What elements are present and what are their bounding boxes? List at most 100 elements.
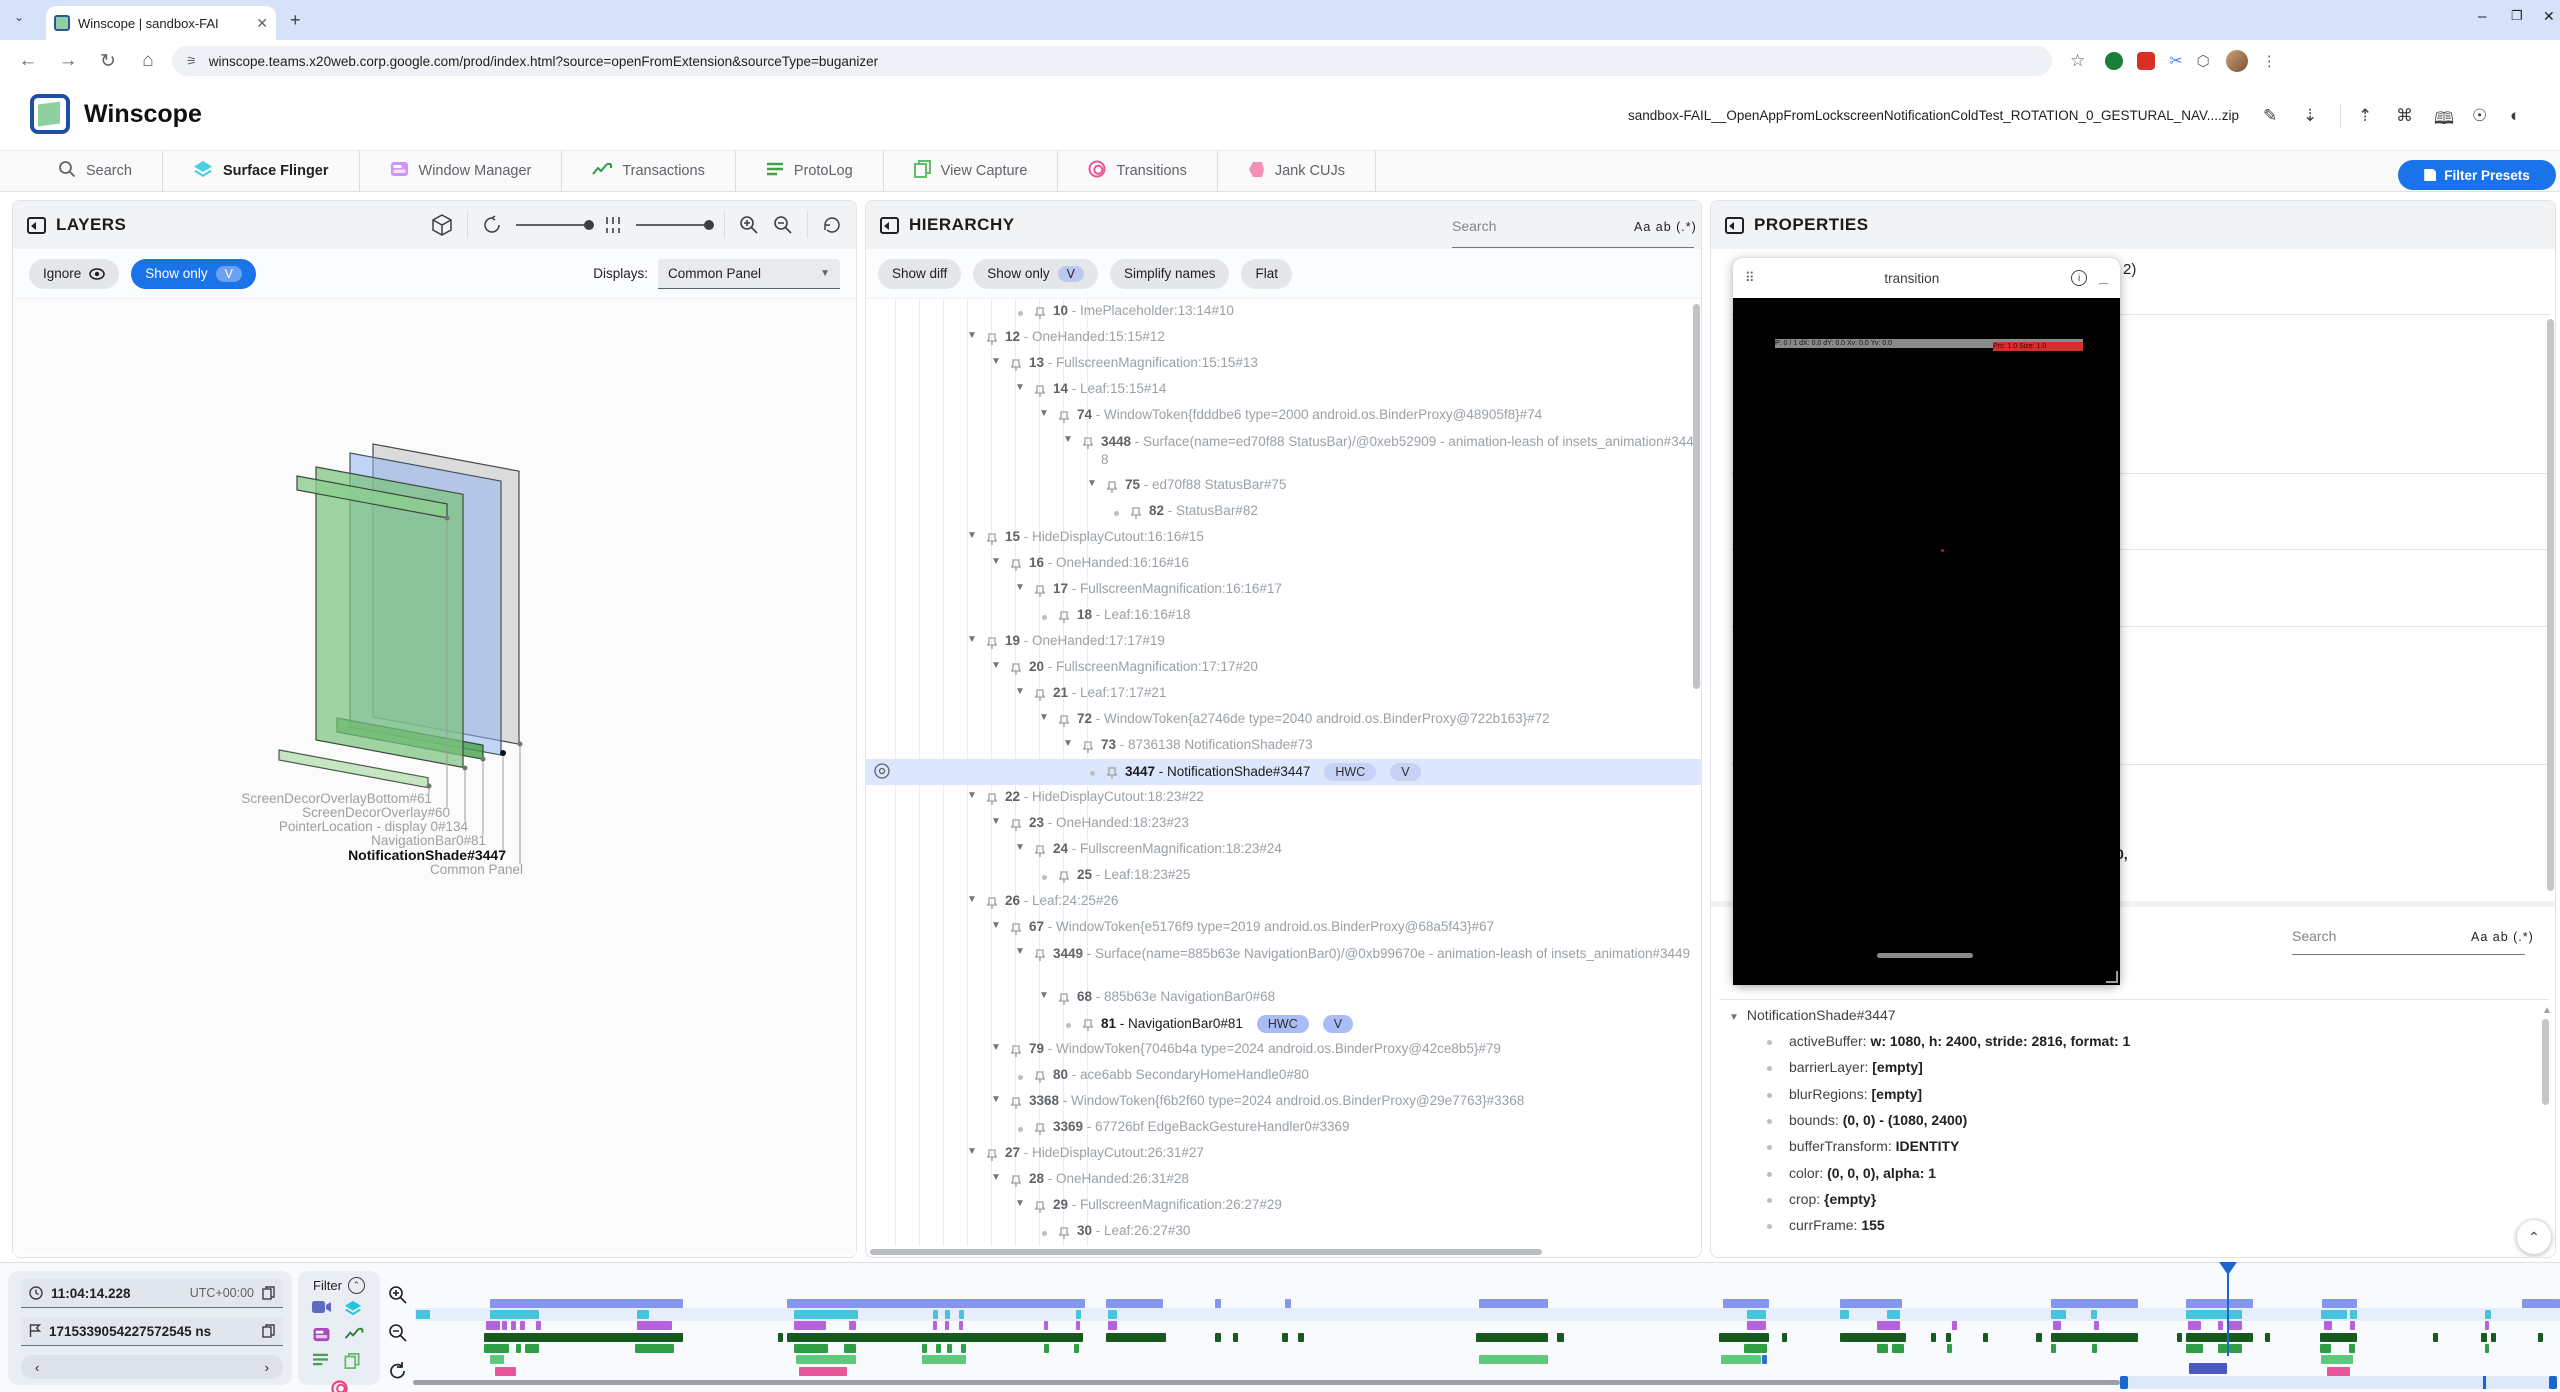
tab-transactions[interactable]: Transactions [562,151,735,191]
resize-handle[interactable] [2106,971,2118,983]
tab-view-capture[interactable]: View Capture [884,151,1059,191]
trace-segment-protolog[interactable] [2349,1344,2355,1353]
trace-segment-transactions[interactable] [1160,1333,1166,1342]
trace-segment-protolog[interactable] [936,1344,941,1353]
trace-segment-surface-flinger[interactable] [1747,1310,1766,1319]
trace-segment-surface-flinger[interactable] [1108,1310,1117,1319]
bug-report-icon[interactable]: ☉ [2472,106,2487,126]
trace-segment-screen-recording[interactable] [1215,1299,1221,1308]
trace-segment-transactions[interactable] [2051,1333,2138,1342]
tab-search[interactable]: Search [28,151,163,191]
new-tab-button[interactable]: + [290,10,301,31]
show-only-chip-layers[interactable]: Show onlyV [131,259,256,289]
tree-node-3447[interactable]: 3447 - NotificationShade#3447HWCV [1087,763,1421,781]
tree-node-15[interactable]: ▼15 - HideDisplayCutout:16:16#15 [967,529,1204,544]
trace-segment-transactions[interactable] [1983,1333,1988,1342]
trace-segment-protolog[interactable] [961,1344,966,1353]
trace-segment-screen-recording[interactable] [490,1299,683,1308]
docs-icon[interactable]: 🕮 [2434,106,2454,135]
trace-segment-protolog[interactable] [794,1344,828,1353]
trace-segment-protolog[interactable] [1877,1344,1888,1353]
trace-segment-protolog[interactable] [1074,1344,1079,1353]
tab-protolog[interactable]: ProtoLog [736,151,884,191]
property-item[interactable]: bufferTransform: IDENTITY [1767,1138,1959,1154]
trace-segment-transactions[interactable] [1840,1333,1906,1342]
hierarchy-search-options[interactable]: Aa ab (.*) [1634,220,1697,234]
tab-window-manager[interactable]: Window Manager [360,151,563,191]
tree-node-24[interactable]: ▼24 - FullscreenMagnification:18:23#24 [1015,841,1282,856]
trace-segment-window-manager[interactable] [1877,1321,1900,1330]
trace-segment-protolog[interactable] [2186,1344,2203,1353]
trace-segment-window-manager[interactable] [2324,1321,2332,1330]
upload-icon[interactable]: ⇡ [2358,106,2372,126]
trace-segment-protolog[interactable] [2218,1344,2227,1353]
trace-segment-surface-flinger[interactable] [2186,1310,2242,1319]
reset-view-icon[interactable] [822,215,842,235]
collapse-layers-icon[interactable] [27,217,46,234]
trace-segment-protolog[interactable] [525,1344,539,1353]
trace-segment-screen-recording[interactable] [1723,1299,1769,1308]
download-icon[interactable]: ⇣ [2303,106,2317,126]
trace-segment-protolog[interactable] [2051,1344,2056,1353]
tree-node-82[interactable]: 82 - StatusBar#82 [1111,503,1258,518]
trace-segment-transitions[interactable] [495,1367,516,1376]
tree-node-19[interactable]: ▼19 - OneHanded:17:17#19 [967,633,1165,648]
trace-segment-window-manager[interactable] [1747,1321,1766,1330]
show-in-3d-eye-icon[interactable] [874,763,890,779]
trace-segment-window-manager[interactable] [2218,1321,2223,1330]
profile-avatar[interactable] [2226,50,2248,72]
filter-presets-button[interactable]: Filter Presets [2398,160,2556,190]
trace-segment-surface-flinger[interactable] [959,1310,964,1319]
property-item[interactable]: activeBuffer: w: 1080, h: 2400, stride: … [1767,1033,2130,1049]
trace-segment-transactions[interactable] [2491,1333,2496,1342]
trace-segment-transactions[interactable] [1282,1333,1288,1342]
trace-segment-transactions[interactable] [2538,1333,2543,1342]
trace-segment-transactions[interactable] [2186,1333,2253,1342]
property-item[interactable]: crop: {empty} [1767,1191,1876,1207]
home-icon[interactable]: ⌂ [128,50,168,72]
trace-segment-protolog[interactable] [2320,1344,2331,1353]
trace-segment-protolog[interactable] [2229,1344,2242,1353]
tree-node-30[interactable]: 30 - Leaf:26:27#30 [1039,1223,1190,1238]
tree-node-25[interactable]: 25 - Leaf:18:23#25 [1039,867,1190,882]
simplify-names-chip[interactable]: Simplify names [1110,259,1230,289]
tab-jank-cujs[interactable]: Jank CUJs [1218,151,1376,191]
browser-tab[interactable]: Winscope | sandbox-FAI ✕ [46,6,276,40]
layers-3d-view[interactable]: ScreenDecorOverlayBottom#61ScreenDecorOv… [13,299,856,1255]
ext-puzzle-icon[interactable]: ⬡ [2197,52,2210,70]
reload-icon[interactable]: ↻ [88,50,128,73]
property-item[interactable]: dataspace: BT709 sRGB Full range [1767,1243,2017,1246]
3d-view-icon[interactable] [431,214,453,236]
forward-icon[interactable]: → [48,50,88,72]
property-item[interactable]: blurRegions: [empty] [1767,1086,1922,1102]
trace-segment-window-manager[interactable] [2227,1321,2242,1330]
back-icon[interactable]: ← [8,50,48,72]
trace-segment-surface-flinger[interactable] [945,1310,950,1319]
trace-segment-window-manager[interactable] [2053,1321,2061,1330]
trace-segment-transactions[interactable] [1931,1333,1936,1342]
window-restore[interactable]: ❐ [2511,8,2523,24]
zoom-in-icon[interactable] [739,215,759,235]
trace-segment-surface-flinger[interactable] [416,1310,430,1319]
window-close[interactable]: ✕ [2543,8,2555,25]
ext-red-icon[interactable] [2137,52,2155,70]
trace-segment-protolog[interactable] [484,1344,509,1353]
show-diff-chip[interactable]: Show diff [878,259,961,289]
tree-node-10[interactable]: 10 - ImePlaceholder:13:14#10 [1015,303,1234,318]
timeline-hscrollbar[interactable] [413,1380,2120,1385]
trace-segment-transactions[interactable] [1719,1333,1769,1342]
properties-vscrollbar[interactable] [2547,319,2554,891]
trace-segment-surface-flinger[interactable] [2350,1310,2357,1319]
trace-segment-view-capture[interactable] [490,1355,504,1364]
trace-segment-window-manager[interactable] [2094,1321,2099,1330]
trace-segment-surface-flinger[interactable] [490,1310,539,1319]
timeline-minimap[interactable] [2120,1376,2557,1389]
trace-segment-view-capture[interactable] [796,1355,856,1364]
trace-segment-screen-recording[interactable] [2186,1299,2253,1308]
trace-segment-protolog[interactable] [1744,1344,1767,1353]
trace-segment-screen-recording[interactable] [2322,1299,2357,1308]
trace-segment-protolog[interactable] [922,1344,927,1353]
tree-node-3368[interactable]: ▼3368 - WindowToken{f6b2f60 type=2024 an… [991,1093,1524,1108]
tab-transitions[interactable]: Transitions [1058,151,1217,191]
spacing-slider[interactable] [636,224,710,226]
